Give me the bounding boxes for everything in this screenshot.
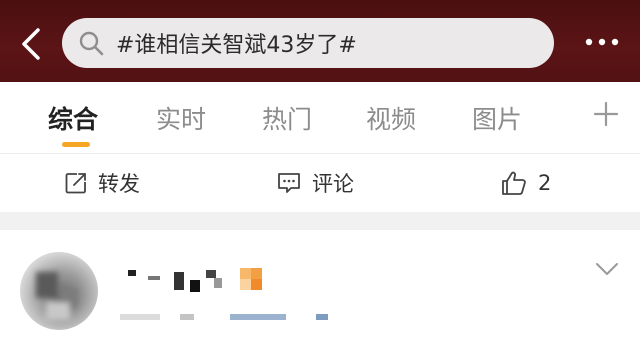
post-card bbox=[0, 230, 640, 340]
plus-icon[interactable] bbox=[592, 100, 620, 128]
username-pixelated[interactable] bbox=[128, 266, 228, 292]
comment-label: 评论 bbox=[312, 172, 354, 196]
chevron-left-icon[interactable] bbox=[16, 26, 46, 62]
tab-hot[interactable]: 热门 bbox=[262, 100, 312, 136]
like-button[interactable]: 2 bbox=[500, 154, 551, 212]
search-input[interactable] bbox=[116, 30, 536, 56]
thumbs-up-icon bbox=[502, 171, 526, 195]
avatar[interactable] bbox=[20, 252, 98, 330]
active-tab-indicator bbox=[62, 142, 90, 147]
comment-button[interactable]: 评论 bbox=[276, 154, 354, 212]
comment-icon bbox=[278, 173, 300, 193]
section-divider bbox=[0, 212, 640, 230]
repost-button[interactable]: 转发 bbox=[64, 154, 140, 212]
more-icon[interactable] bbox=[584, 34, 620, 50]
tab-realtime[interactable]: 实时 bbox=[156, 100, 206, 136]
search-bar[interactable] bbox=[62, 18, 554, 68]
repost-label: 转发 bbox=[98, 172, 140, 196]
tab-video[interactable]: 视频 bbox=[366, 100, 416, 136]
tab-bar: 综合 实时 热门 视频 图片 bbox=[0, 82, 640, 152]
verified-badge bbox=[240, 268, 262, 290]
post-actions-bar: 转发 评论 2 bbox=[0, 153, 640, 212]
repost-icon bbox=[65, 173, 86, 194]
like-count: 2 bbox=[538, 171, 552, 195]
tab-images[interactable]: 图片 bbox=[472, 100, 522, 136]
post-meta-pixelated bbox=[120, 312, 340, 322]
search-icon bbox=[79, 31, 104, 56]
header-bar bbox=[0, 0, 640, 82]
chevron-down-icon[interactable] bbox=[594, 260, 620, 278]
tab-comprehensive[interactable]: 综合 bbox=[48, 100, 98, 136]
